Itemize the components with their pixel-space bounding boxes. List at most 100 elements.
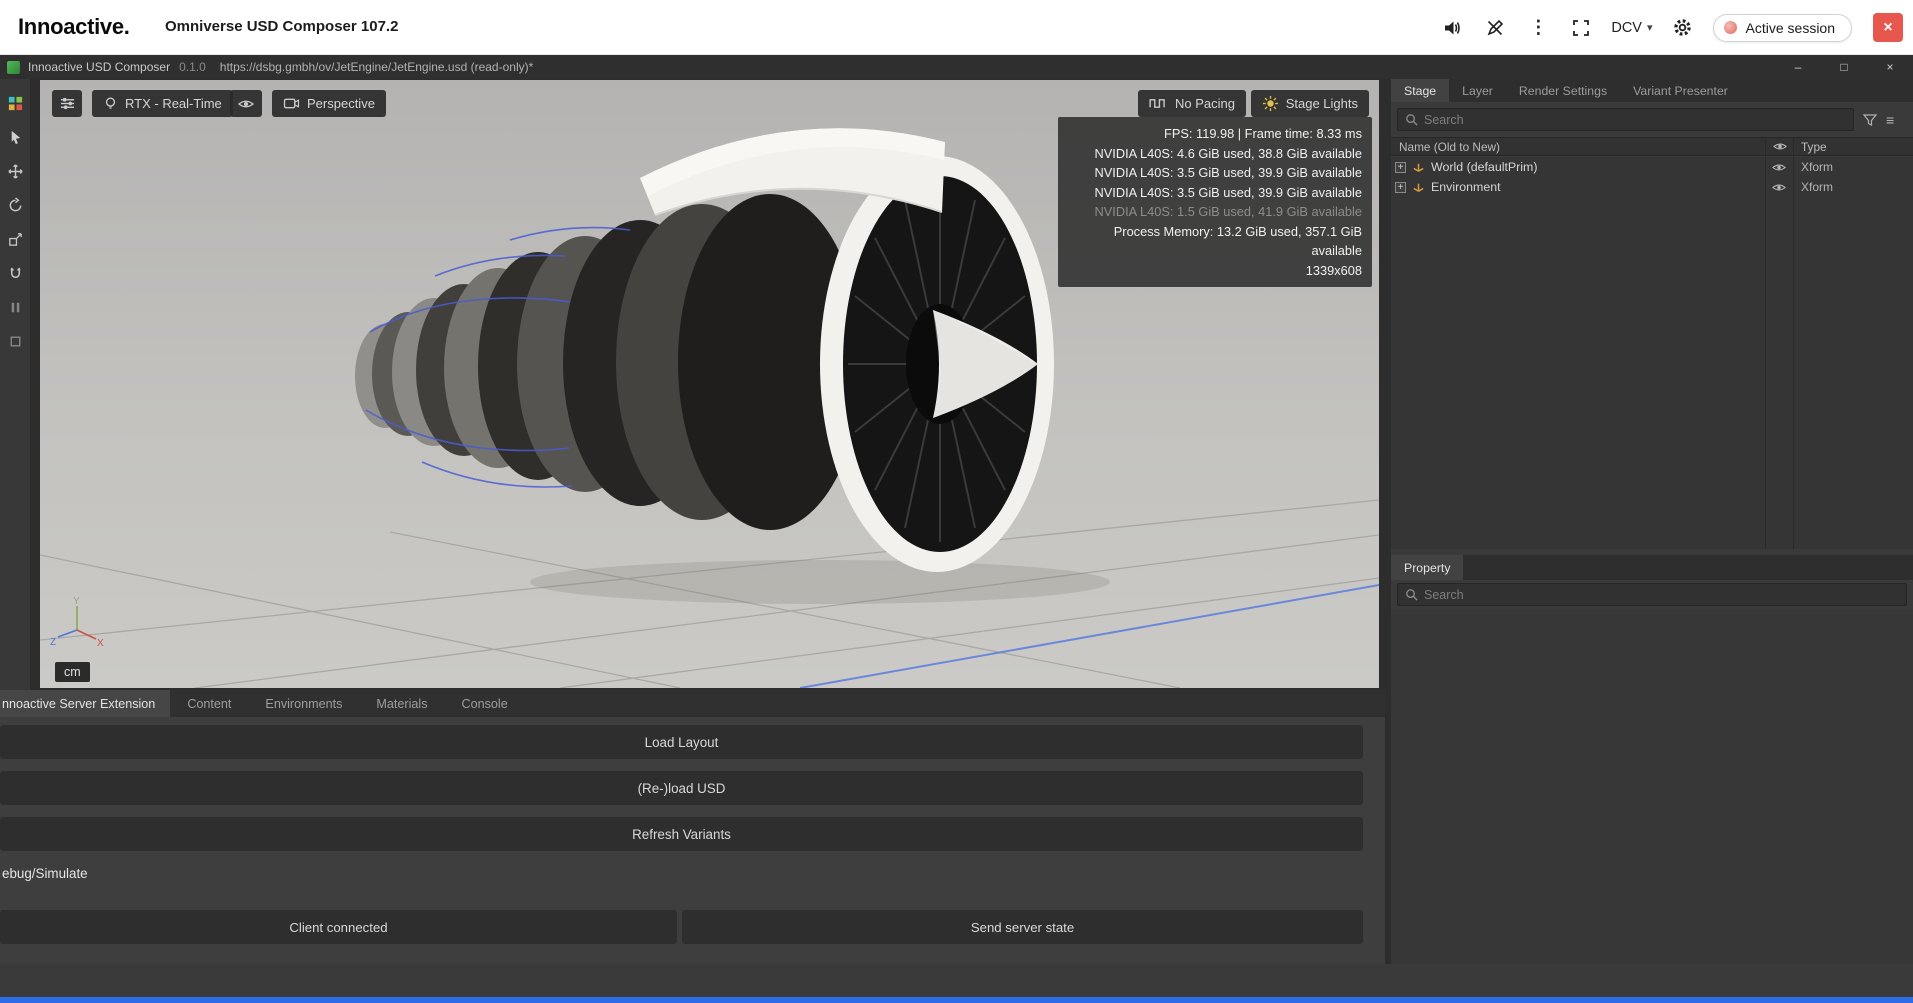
axis-y-label: Y: [73, 596, 80, 607]
pause-icon[interactable]: [3, 295, 27, 319]
gear-icon: [1672, 17, 1693, 38]
tree-row-world[interactable]: + World (defaultPrim) Xform: [1391, 157, 1913, 177]
select-tool-icon[interactable]: [3, 125, 27, 149]
refresh-variants-button[interactable]: Refresh Variants: [0, 817, 1363, 851]
rotate-tool-icon[interactable]: [3, 193, 27, 217]
chevron-down-icon: ▾: [1647, 21, 1653, 34]
visibility-column-icon: [1773, 141, 1787, 155]
filter-icon[interactable]: [1863, 113, 1877, 127]
topbar-actions: ⋮ DCV ▾ Active session ×: [1439, 0, 1903, 55]
fullscreen-icon: [1571, 18, 1591, 38]
tab-stage[interactable]: Stage: [1391, 79, 1449, 102]
window-controls: – □ ×: [1775, 55, 1913, 79]
window-maximize-button[interactable]: □: [1821, 55, 1867, 79]
prim-name[interactable]: World (defaultPrim): [1431, 160, 1538, 174]
fullscreen-button[interactable]: [1568, 15, 1594, 41]
sliders-icon: [59, 96, 76, 111]
property-search[interactable]: [1397, 583, 1907, 606]
visibility-eye-icon[interactable]: [1772, 162, 1786, 173]
tab-render-settings[interactable]: Render Settings: [1506, 79, 1620, 102]
app-window-icon: [7, 61, 20, 74]
pen-disabled-button[interactable]: [1482, 15, 1508, 41]
prim-name[interactable]: Environment: [1431, 180, 1501, 194]
scale-tool-icon[interactable]: [3, 227, 27, 251]
stage-url: https://dsbg.gmbh/ov/JetEngine/JetEngine…: [220, 60, 534, 74]
tab-property[interactable]: Property: [1391, 555, 1463, 580]
send-server-state-button[interactable]: Send server state: [682, 910, 1363, 944]
stage-search[interactable]: [1397, 108, 1854, 131]
column-name[interactable]: Name (Old to New): [1399, 140, 1500, 154]
renderer-label: RTX - Real-Time: [125, 96, 222, 111]
stats-line: NVIDIA L40S: 3.5 GiB used, 39.9 GiB avai…: [1068, 163, 1362, 183]
column-separator: [1765, 137, 1766, 549]
tab-innoactive-server-extension[interactable]: nnoactive Server Extension: [0, 690, 170, 717]
list-options-icon[interactable]: ≡: [1886, 112, 1894, 128]
column-separator: [1793, 137, 1794, 549]
prim-type: Xform: [1801, 180, 1833, 194]
no-pacing-button[interactable]: No Pacing: [1138, 90, 1246, 117]
tool-palette-icon[interactable]: [3, 91, 27, 115]
stats-line: NVIDIA L40S: 1.5 GiB used, 41.9 GiB avai…: [1068, 202, 1362, 222]
snap-tool-icon[interactable]: [3, 261, 27, 285]
stage-tree: + World (defaultPrim) Xform + Environmen…: [1391, 157, 1913, 549]
column-type[interactable]: Type: [1801, 140, 1827, 154]
visibility-eye-icon[interactable]: [1772, 182, 1786, 193]
main-toolbar: [0, 79, 30, 690]
tab-environments[interactable]: Environments: [248, 690, 359, 717]
innoactive-logo: Innoactive.: [18, 14, 130, 40]
viewport[interactable]: RTX - Real-Time Perspective No Pacing St…: [40, 80, 1379, 688]
session-status-dot: [1724, 21, 1737, 34]
close-session-button[interactable]: ×: [1873, 13, 1903, 42]
stats-line: NVIDIA L40S: 3.5 GiB used, 39.9 GiB avai…: [1068, 183, 1362, 203]
stage-lights-button[interactable]: Stage Lights: [1251, 90, 1369, 117]
stage-tree-header: Name (Old to New) Type: [1391, 137, 1913, 156]
window-minimize-button[interactable]: –: [1775, 55, 1821, 79]
stage-lights-label: Stage Lights: [1286, 96, 1358, 111]
window-close-button[interactable]: ×: [1867, 55, 1913, 79]
stop-icon[interactable]: [3, 329, 27, 353]
lightbulb-icon: [103, 96, 118, 111]
visibility-options-button[interactable]: [230, 90, 262, 117]
tab-content[interactable]: Content: [170, 690, 248, 717]
camera-icon: [283, 97, 300, 110]
settings-gear-button[interactable]: [1670, 15, 1696, 41]
window-app-name: Innoactive USD Composer: [28, 60, 170, 74]
page-title: Omniverse USD Composer 107.2: [165, 18, 398, 35]
xform-prim-icon: [1412, 181, 1425, 194]
dcv-dropdown[interactable]: DCV ▾: [1611, 20, 1652, 36]
viewport-options-button[interactable]: [52, 90, 82, 117]
bottom-tab-bar: nnoactive Server Extension Content Envir…: [0, 690, 1385, 717]
camera-label: Perspective: [307, 96, 375, 111]
tree-row-environment[interactable]: + Environment Xform: [1391, 177, 1913, 197]
stage-lights-icon: [1262, 95, 1279, 112]
tab-variant-presenter[interactable]: Variant Presenter: [1620, 79, 1741, 102]
stats-line: NVIDIA L40S: 4.6 GiB used, 38.8 GiB avai…: [1068, 144, 1362, 164]
expand-toggle-icon[interactable]: +: [1395, 182, 1406, 193]
camera-button[interactable]: Perspective: [272, 90, 386, 117]
kebab-menu-button[interactable]: ⋮: [1525, 15, 1551, 41]
pen-slash-icon: [1485, 18, 1505, 38]
tab-console[interactable]: Console: [445, 690, 525, 717]
axis-gizmo[interactable]: Y X Z: [50, 596, 104, 652]
property-search-input[interactable]: [1424, 588, 1899, 602]
units-label: cm: [55, 662, 90, 682]
load-layout-button[interactable]: Load Layout: [0, 725, 1363, 759]
bottom-accent-bar: [0, 997, 1913, 1003]
tab-materials[interactable]: Materials: [359, 690, 444, 717]
expand-toggle-icon[interactable]: +: [1395, 162, 1406, 173]
search-icon: [1405, 588, 1418, 601]
client-connected-button[interactable]: Client connected: [0, 910, 677, 944]
tab-layer[interactable]: Layer: [1449, 79, 1506, 102]
app-version: 0.1.0: [179, 60, 206, 74]
renderer-button[interactable]: RTX - Real-Time: [92, 90, 233, 117]
reload-usd-button[interactable]: (Re-)load USD: [0, 771, 1363, 805]
window-title-bar: Innoactive USD Composer 0.1.0 https://ds…: [0, 55, 1913, 79]
move-tool-icon[interactable]: [3, 159, 27, 183]
eye-icon: [238, 98, 254, 110]
active-session-button[interactable]: Active session: [1713, 14, 1852, 42]
no-pacing-label: No Pacing: [1175, 96, 1235, 111]
stage-search-input[interactable]: [1424, 113, 1846, 127]
stage-tab-bar: Stage Layer Render Settings Variant Pres…: [1391, 79, 1913, 102]
volume-icon: [1442, 18, 1462, 38]
volume-button[interactable]: [1439, 15, 1465, 41]
